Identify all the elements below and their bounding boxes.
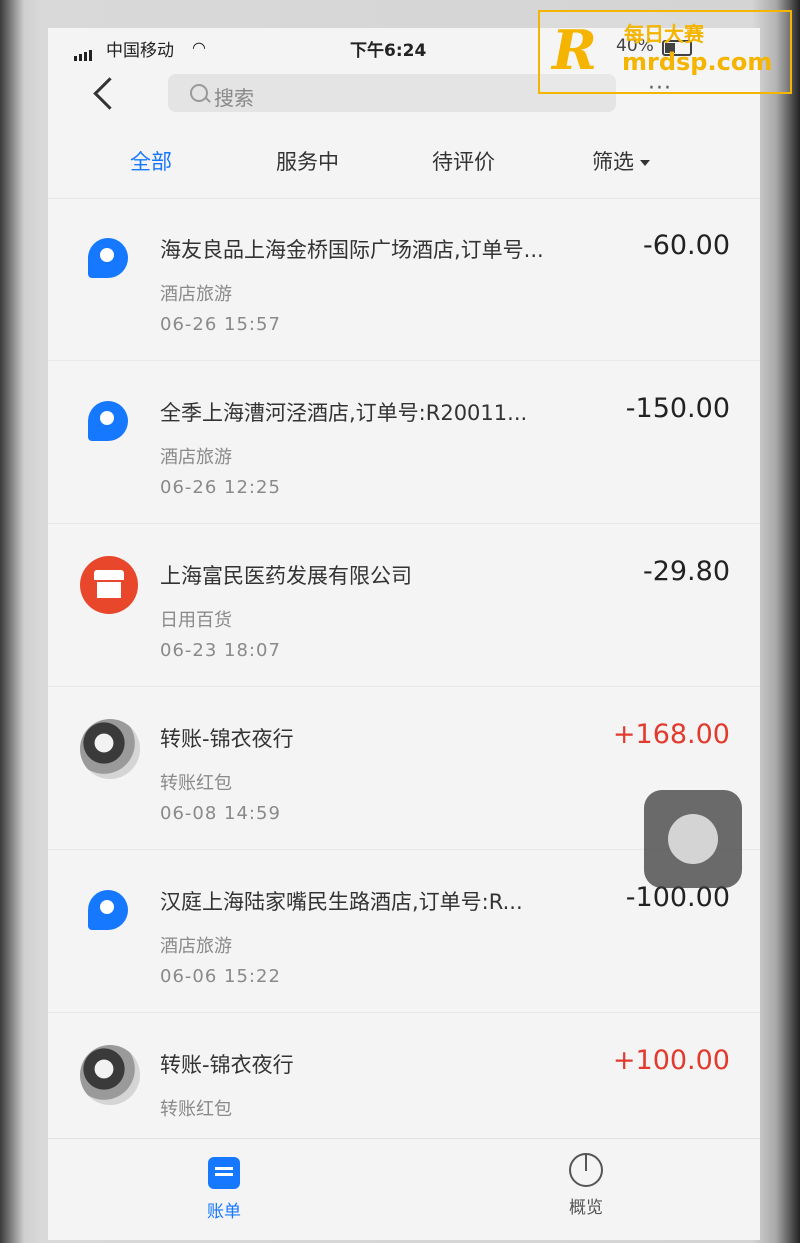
filter-tabs: 全部 服务中 待评价 筛选 bbox=[48, 128, 760, 199]
watermark-logo: R 每日大赛 mrdsp.com bbox=[538, 10, 792, 94]
watermark-r-mark: R bbox=[552, 18, 597, 82]
transaction-title: 转账-锦衣夜行 bbox=[160, 727, 294, 751]
transaction-category: 转账红包 bbox=[160, 1099, 232, 1120]
transaction-row[interactable]: 全季上海漕河泾酒店,订单号:R20011... -150.00 酒店旅游 06-… bbox=[48, 361, 760, 524]
transaction-amount: +168.00 bbox=[612, 719, 730, 750]
search-placeholder: 搜索 bbox=[214, 86, 254, 110]
transaction-category: 转账红包 bbox=[160, 773, 232, 794]
transaction-title: 全季上海漕河泾酒店,订单号:R20011... bbox=[160, 401, 528, 425]
tab-in-service[interactable]: 服务中 bbox=[276, 146, 339, 176]
alipay-p-icon bbox=[80, 882, 136, 938]
alipay-p-icon bbox=[80, 393, 136, 449]
transaction-row[interactable]: 上海富民医药发展有限公司 -29.80 日用百货 06-23 18:07 bbox=[48, 524, 760, 687]
transaction-title: 海友良品上海金桥国际广场酒店,订单号... bbox=[160, 238, 544, 262]
search-icon bbox=[190, 84, 208, 102]
tab-filter[interactable]: 筛选 bbox=[592, 146, 650, 176]
watermark-url: mrdsp.com bbox=[622, 48, 773, 76]
shop-icon bbox=[80, 556, 138, 614]
filter-label: 筛选 bbox=[592, 150, 634, 174]
transaction-time: 06-26 15:57 bbox=[160, 314, 281, 335]
transaction-amount: +100.00 bbox=[612, 1045, 730, 1076]
transaction-title: 转账-锦衣夜行 bbox=[160, 1053, 294, 1077]
transaction-title: 汉庭上海陆家嘴民生路酒店,订单号:R... bbox=[160, 890, 523, 914]
tab-overview[interactable]: 概览 bbox=[566, 1153, 606, 1218]
carrier-label: 中国移动 bbox=[106, 41, 174, 61]
transaction-row[interactable]: 海友良品上海金桥国际广场酒店,订单号... -60.00 酒店旅游 06-26 … bbox=[48, 198, 760, 361]
transaction-time: 06-26 12:25 bbox=[160, 477, 281, 498]
transaction-amount: -60.00 bbox=[642, 230, 730, 261]
transaction-category: 日用百货 bbox=[160, 610, 232, 631]
avatar bbox=[80, 1045, 140, 1105]
transaction-time: 06-23 18:07 bbox=[160, 640, 281, 661]
transaction-title: 上海富民医药发展有限公司 bbox=[160, 564, 412, 588]
watermark-name: 每日大赛 bbox=[624, 22, 704, 46]
transaction-category: 酒店旅游 bbox=[160, 936, 232, 957]
tab-overview-label: 概览 bbox=[569, 1198, 603, 1218]
caret-down-icon bbox=[640, 160, 650, 166]
bill-icon bbox=[208, 1157, 240, 1189]
transaction-list: 海友良品上海金桥国际广场酒店,订单号... -60.00 酒店旅游 06-26 … bbox=[48, 198, 760, 1176]
transaction-time: 06-08 14:59 bbox=[160, 803, 281, 824]
transaction-category: 酒店旅游 bbox=[160, 284, 232, 305]
tab-bill[interactable]: 账单 bbox=[206, 1157, 242, 1222]
back-icon[interactable] bbox=[93, 77, 126, 110]
tab-pending-review[interactable]: 待评价 bbox=[432, 146, 495, 176]
transaction-category: 酒店旅游 bbox=[160, 447, 232, 468]
transaction-amount: -29.80 bbox=[642, 556, 730, 587]
alipay-p-icon bbox=[80, 230, 136, 286]
tab-bill-label: 账单 bbox=[207, 1202, 241, 1222]
wifi-icon: ◠ bbox=[192, 38, 206, 57]
signal-icon bbox=[74, 41, 94, 61]
transaction-time: 06-06 15:22 bbox=[160, 966, 281, 987]
tab-all[interactable]: 全部 bbox=[130, 146, 172, 176]
app-screen: 中国移动 ◠ 下午6:24 40% 搜索 ··· 全部 服务中 待评价 筛选 海… bbox=[48, 28, 760, 1240]
bottom-tab-bar: 账单 概览 bbox=[48, 1138, 760, 1240]
avatar bbox=[80, 719, 140, 779]
transaction-amount: -150.00 bbox=[625, 393, 730, 424]
pie-chart-icon bbox=[569, 1153, 603, 1187]
assistive-touch-button[interactable] bbox=[644, 790, 742, 888]
status-time: 下午6:24 bbox=[350, 41, 427, 61]
